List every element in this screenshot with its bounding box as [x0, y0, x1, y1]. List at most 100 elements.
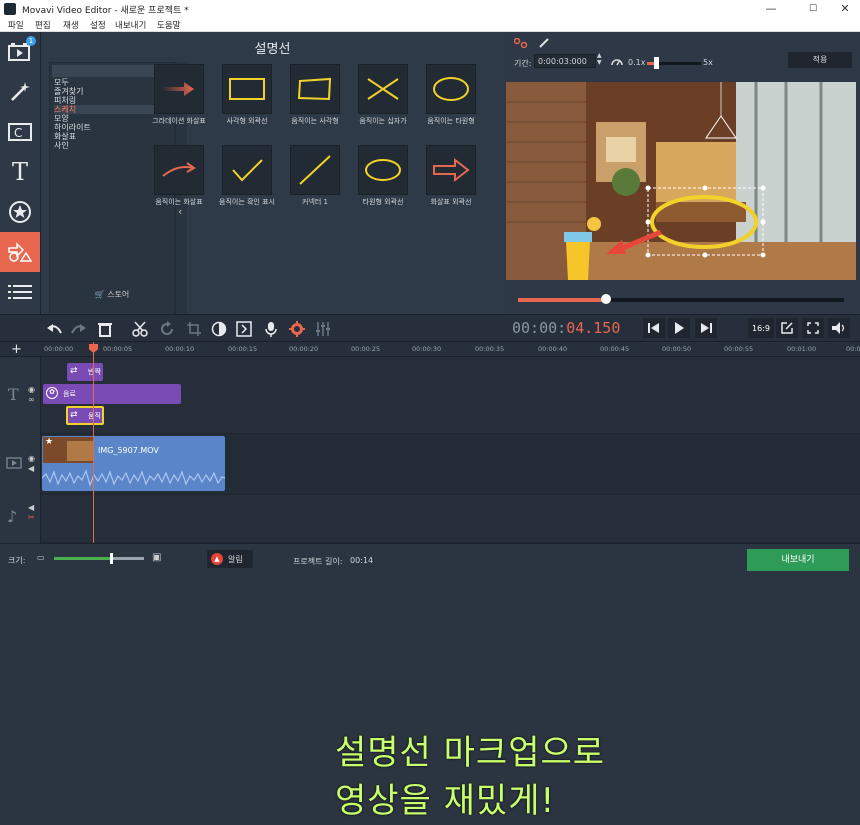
fullscreen-button[interactable] [802, 318, 824, 338]
keyframe-icon[interactable] [514, 38, 528, 48]
callout-tile[interactable] [154, 145, 204, 195]
color-adjust-button[interactable] [210, 320, 228, 338]
menu-edit[interactable]: 편집 [35, 19, 51, 31]
star-icon: ★ [45, 437, 54, 447]
next-frame-button[interactable] [695, 318, 717, 338]
title-track-header: T ◉ ∞ [0, 357, 41, 434]
add-track-icon[interactable]: + [11, 342, 22, 357]
stickers-tool[interactable] [0, 192, 40, 232]
video-mute-icon[interactable]: ◀ [28, 464, 34, 473]
video-visibility-icon[interactable]: ◉ [28, 454, 35, 463]
eye-icon[interactable]: ◉ [28, 385, 35, 394]
volume-button[interactable] [828, 318, 850, 338]
split-button[interactable] [131, 320, 149, 338]
record-audio-button[interactable] [262, 320, 280, 338]
callout-tile[interactable] [290, 145, 340, 195]
category-highlight[interactable]: 하이라이트 [54, 123, 91, 132]
ruler-tick: 00:01:0 [846, 345, 860, 353]
menu-help[interactable]: 도움말 [157, 19, 180, 31]
duration-field[interactable]: 0:00:03:000 [534, 54, 596, 68]
callouts-tool[interactable] [0, 232, 40, 272]
video-clip-label: IMG_5907.MOV [98, 446, 159, 455]
undo-button[interactable] [45, 320, 63, 338]
play-button[interactable] [668, 318, 690, 338]
callout-tile[interactable] [358, 64, 408, 114]
clip-label: 움직 [88, 412, 101, 420]
titles-tool[interactable]: T [0, 152, 40, 192]
moving-oval-icon [433, 77, 469, 101]
sticker-clip[interactable]: ✿ 음료 [43, 384, 181, 404]
audio-track[interactable] [41, 495, 860, 543]
speed-slider-handle[interactable] [654, 57, 659, 69]
transitions-icon: C [8, 123, 32, 141]
category-favorites[interactable]: 즐겨찾기 [54, 87, 83, 96]
audio-mute-icon[interactable]: ◀ [28, 503, 34, 512]
filters-tool[interactable] [0, 72, 40, 112]
transition-wizard-button[interactable] [235, 320, 253, 338]
callout-tile[interactable] [426, 145, 476, 195]
aspect-ratio-button[interactable]: 16:9 [748, 318, 774, 338]
zoom-slider-handle[interactable] [110, 553, 113, 564]
clip-label: 반짝 [88, 368, 101, 376]
playhead[interactable] [93, 342, 94, 543]
apply-button[interactable]: 적용 [788, 52, 852, 68]
menu-file[interactable]: 파일 [8, 19, 24, 31]
callout-tile[interactable] [222, 145, 272, 195]
category-featured[interactable]: 피처링 [54, 96, 76, 105]
timeline-ruler[interactable]: + 00:00:00 00:00:05 00:00:10 00:00:15 00… [0, 342, 860, 357]
alert-icon: ▲ [211, 553, 223, 565]
redo-button[interactable] [70, 320, 88, 338]
menu-settings[interactable]: 설정 [90, 19, 106, 31]
zoom-out-icon[interactable]: ▭ [37, 553, 45, 562]
menu-export[interactable]: 내보내기 [115, 19, 146, 31]
callout-tile[interactable] [358, 145, 408, 195]
category-all[interactable]: 모두 [54, 78, 69, 87]
video-clip[interactable]: ★ IMG_5907.MOV [42, 436, 225, 491]
thumbnail-frame [67, 441, 93, 461]
clip-properties-button[interactable] [288, 320, 306, 338]
ruler-tick: 00:00:55 [724, 345, 754, 353]
transitions-tool[interactable]: C [0, 112, 40, 152]
alerts-button[interactable]: ▲ 알림 [207, 550, 253, 568]
popout-button[interactable] [776, 318, 798, 338]
category-arrows[interactable]: 화살표 [54, 132, 76, 141]
video-track-header: ◉ ◀ [0, 434, 41, 495]
cart-icon: 🛒 [94, 290, 105, 299]
zoom-in-icon[interactable]: ▣ [152, 552, 161, 563]
callout-tile[interactable] [426, 64, 476, 114]
category-signs[interactable]: 사인 [54, 141, 69, 150]
tool-sidebar: 1 C T [0, 32, 41, 314]
pen-icon[interactable] [538, 37, 550, 49]
store-button[interactable]: 🛒 스토어 [49, 287, 175, 303]
menu-play[interactable]: 재생 [63, 19, 79, 31]
category-shapes[interactable]: 모양 [54, 114, 69, 123]
callout-tile[interactable] [222, 64, 272, 114]
chevron-left-icon: ‹ [178, 205, 183, 218]
rotate-button[interactable] [158, 320, 176, 338]
prev-frame-button[interactable] [643, 318, 665, 338]
skip-back-icon [648, 323, 659, 333]
import-tool[interactable]: 1 [0, 32, 40, 72]
preview-scrubber-handle[interactable] [601, 294, 612, 304]
more-tool[interactable] [0, 272, 40, 312]
callout-clip-selected[interactable]: ⇄ 움직 [66, 406, 104, 425]
video-preview[interactable] [506, 82, 856, 280]
export-button[interactable]: 내보내기 [747, 549, 849, 571]
playback-timecode: 00:00:04.150 [512, 319, 620, 337]
equalizer-button[interactable] [314, 320, 332, 338]
minimize-button[interactable]: — [756, 1, 786, 17]
callout-tile[interactable] [290, 64, 340, 114]
callout-clip[interactable]: ⇄ 반짝 [67, 363, 103, 381]
sticker-star-icon [9, 201, 31, 223]
close-button[interactable]: ✕ [830, 1, 860, 17]
maximize-button[interactable]: ☐ [798, 1, 828, 17]
audio-unlink-icon[interactable]: ✂ [28, 513, 35, 522]
delete-button[interactable] [96, 320, 114, 338]
duration-label: 기간: [514, 59, 532, 68]
link-icon[interactable]: ∞ [28, 395, 35, 404]
project-length-label: 프로젝트 길이: [293, 557, 343, 566]
duration-stepper[interactable]: ▲ ▼ [597, 52, 602, 66]
callout-tile[interactable] [154, 64, 204, 114]
crop-button[interactable] [185, 320, 203, 338]
speed-max-label: 5x [703, 58, 713, 67]
